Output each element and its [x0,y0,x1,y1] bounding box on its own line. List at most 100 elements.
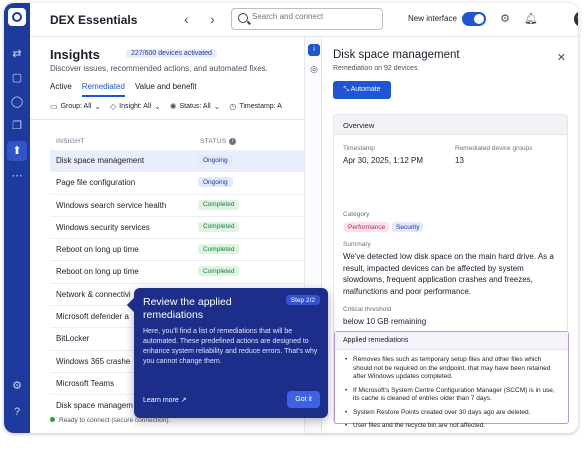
gear-icon[interactable]: ⚙ [498,12,512,26]
chevron-down-icon: ⌄ [94,102,102,111]
status-filter[interactable]: ✺ Status: All ⌄ [170,102,221,111]
left-nav-rail: ⇄ ▢ ◯ ❐ ⬆ ⋯ ⚙ ? [4,3,30,433]
automate-button[interactable]: ⤡ Automate [333,81,391,99]
automate-label: Automate [350,86,381,93]
tab-value-and-benefit[interactable]: Value and benefit [135,82,197,97]
category-tag-security: Security [392,222,424,232]
table-row[interactable]: Windows search service health Completed [50,195,304,217]
close-icon[interactable]: ✕ [557,51,566,64]
row-insight-name: Disk space managem [56,401,133,411]
summary-text: We've detected low disk space on the mai… [343,252,554,296]
list-item: If Microsoft's System Centre Configurati… [345,387,561,404]
bell-icon[interactable]: 🔔︎ [524,12,538,26]
status-filter-label: Status: All [179,103,211,110]
list-item: User files and the recycle bin are not a… [345,422,561,431]
column-header-status[interactable]: STATUS i [200,138,237,146]
info-icon[interactable]: i [229,138,237,145]
insight-filter-label: Insight: All [119,103,152,110]
row-insight-name: Microsoft defender a [56,312,129,322]
page-title: Insights [50,47,100,62]
insights-nav-icon[interactable]: ⬆ [7,141,27,161]
app-title: DEX Essentials [50,13,138,27]
devices-icon[interactable]: ▢ [10,71,24,85]
tab-remediated[interactable]: Remediated [81,82,125,97]
got-it-button[interactable]: Got it [287,391,320,408]
table-row[interactable]: Disk space management Ongoing [50,150,304,173]
status-dot-icon [50,417,55,422]
help-icon[interactable]: ? [10,405,24,419]
automate-icon: ⤡ [343,86,351,93]
timestamp-filter[interactable]: ◷ Timestamp: A [229,102,282,111]
search-box[interactable] [231,8,383,30]
avatar[interactable] [574,11,578,27]
search-input[interactable] [252,12,380,21]
status-badge: Completed [198,199,240,210]
tooltip-body: Here, you'll find a list of remediations… [143,328,318,365]
timestamp-filter-label: Timestamp: A [239,103,282,110]
row-insight-name: Reboot on long up time [56,245,139,255]
onboarding-tooltip: Review the applied remediations Step 2/2… [126,288,328,418]
row-insight-name: Network & connectivi [56,289,131,299]
threshold-value: below 10 GB remaining [343,317,427,326]
connection-status-text: Ready to connect (secure connection). [59,417,171,424]
insights-tabs: Active Remediated Value and benefit [50,82,197,97]
panel-title: Disk space management [333,49,460,61]
top-bar: DEX Essentials ‹ › New interface ⚙ 🔔︎ [30,3,578,37]
teamviewer-logo-icon[interactable] [8,8,26,26]
row-insight-name: Reboot on long up time [56,267,139,277]
timestamp-value: Apr 30, 2025, 1:12 PM [343,156,424,165]
new-interface-label: New interface [408,14,457,23]
table-row[interactable]: Reboot on long up time Completed [50,239,304,262]
row-insight-name: Page file configuration [56,178,136,188]
connection-status: Ready to connect (secure connection). [50,417,170,424]
group-filter[interactable]: ▭ Group: All ⌄ [50,102,101,111]
transfer-icon[interactable]: ⇄ [10,47,24,61]
app-window: ⇄ ▢ ◯ ❐ ⬆ ⋯ ⚙ ? DEX Essentials ‹ › New i… [4,3,578,433]
divider [30,119,304,120]
chat-icon[interactable]: ◯ [10,95,24,109]
device-groups-value: 13 [455,156,464,165]
step-badge: Step 2/2 [285,295,320,305]
new-interface-toggle[interactable] [462,12,486,26]
tab-active[interactable]: Active [50,82,72,97]
row-insight-name: BitLocker [56,334,90,344]
status-badge: Completed [198,266,240,277]
table-row[interactable]: Page file configuration Ongoing [50,172,304,195]
settings-icon[interactable]: ⚙ [10,379,24,393]
folder-icon: ▭ [50,102,58,111]
insight-filter[interactable]: ◇ Insight: All ⌄ [110,102,161,111]
category-label: Category [343,211,370,218]
category-tag-performance: Performance [344,222,390,232]
filter-bar: ▭ Group: All ⌄ ◇ Insight: All ⌄ ✺ Status: All… [50,102,282,111]
threshold-label: Critical threshold [343,306,392,313]
row-insight-name: Windows security services [56,222,150,232]
forward-arrow-icon[interactable]: › [210,11,215,27]
column-header-insight[interactable]: INSIGHT [56,138,84,145]
status-badge: Completed [198,244,240,255]
learn-more-link[interactable]: Learn more ↗ [143,396,187,404]
row-insight-name: Microsoft Teams [56,378,115,388]
detail-panel: Disk space management Remediation on 92 … [322,37,578,433]
page-subtitle: Discover issues, recommended actions, an… [50,64,268,73]
status-icon: ✺ [169,102,177,111]
table-row[interactable]: Reboot on long up time Completed [50,261,304,284]
clock-icon: ◷ [229,102,237,111]
chevron-down-icon: ⌄ [154,102,161,111]
status-badge: Ongoing [198,155,233,165]
timestamp-label: Timestamp [343,145,375,152]
history-icon[interactable]: ◎ [309,64,319,74]
tooltip-title: Review the applied remediations [143,296,232,321]
applied-remediations-header: Applied remediations [335,332,568,350]
status-badge: Ongoing [198,177,233,188]
more-icon[interactable]: ⋯ [10,169,24,183]
copy-icon[interactable]: ❐ [10,119,24,133]
list-item: System Restore Points created over 30 da… [345,409,561,418]
status-header-label: STATUS [200,138,227,146]
external-link-icon: ↗ [180,397,187,404]
applied-remediations-section: Applied remediations Removes files such … [334,331,569,430]
summary-label: Summary [343,241,371,248]
table-row[interactable]: Windows security services Completed [50,217,304,240]
overview-card: Overview Timestamp Apr 30, 2025, 1:12 PM… [333,114,569,430]
back-arrow-icon[interactable]: ‹ [184,11,189,27]
info-icon[interactable]: i [308,44,320,56]
